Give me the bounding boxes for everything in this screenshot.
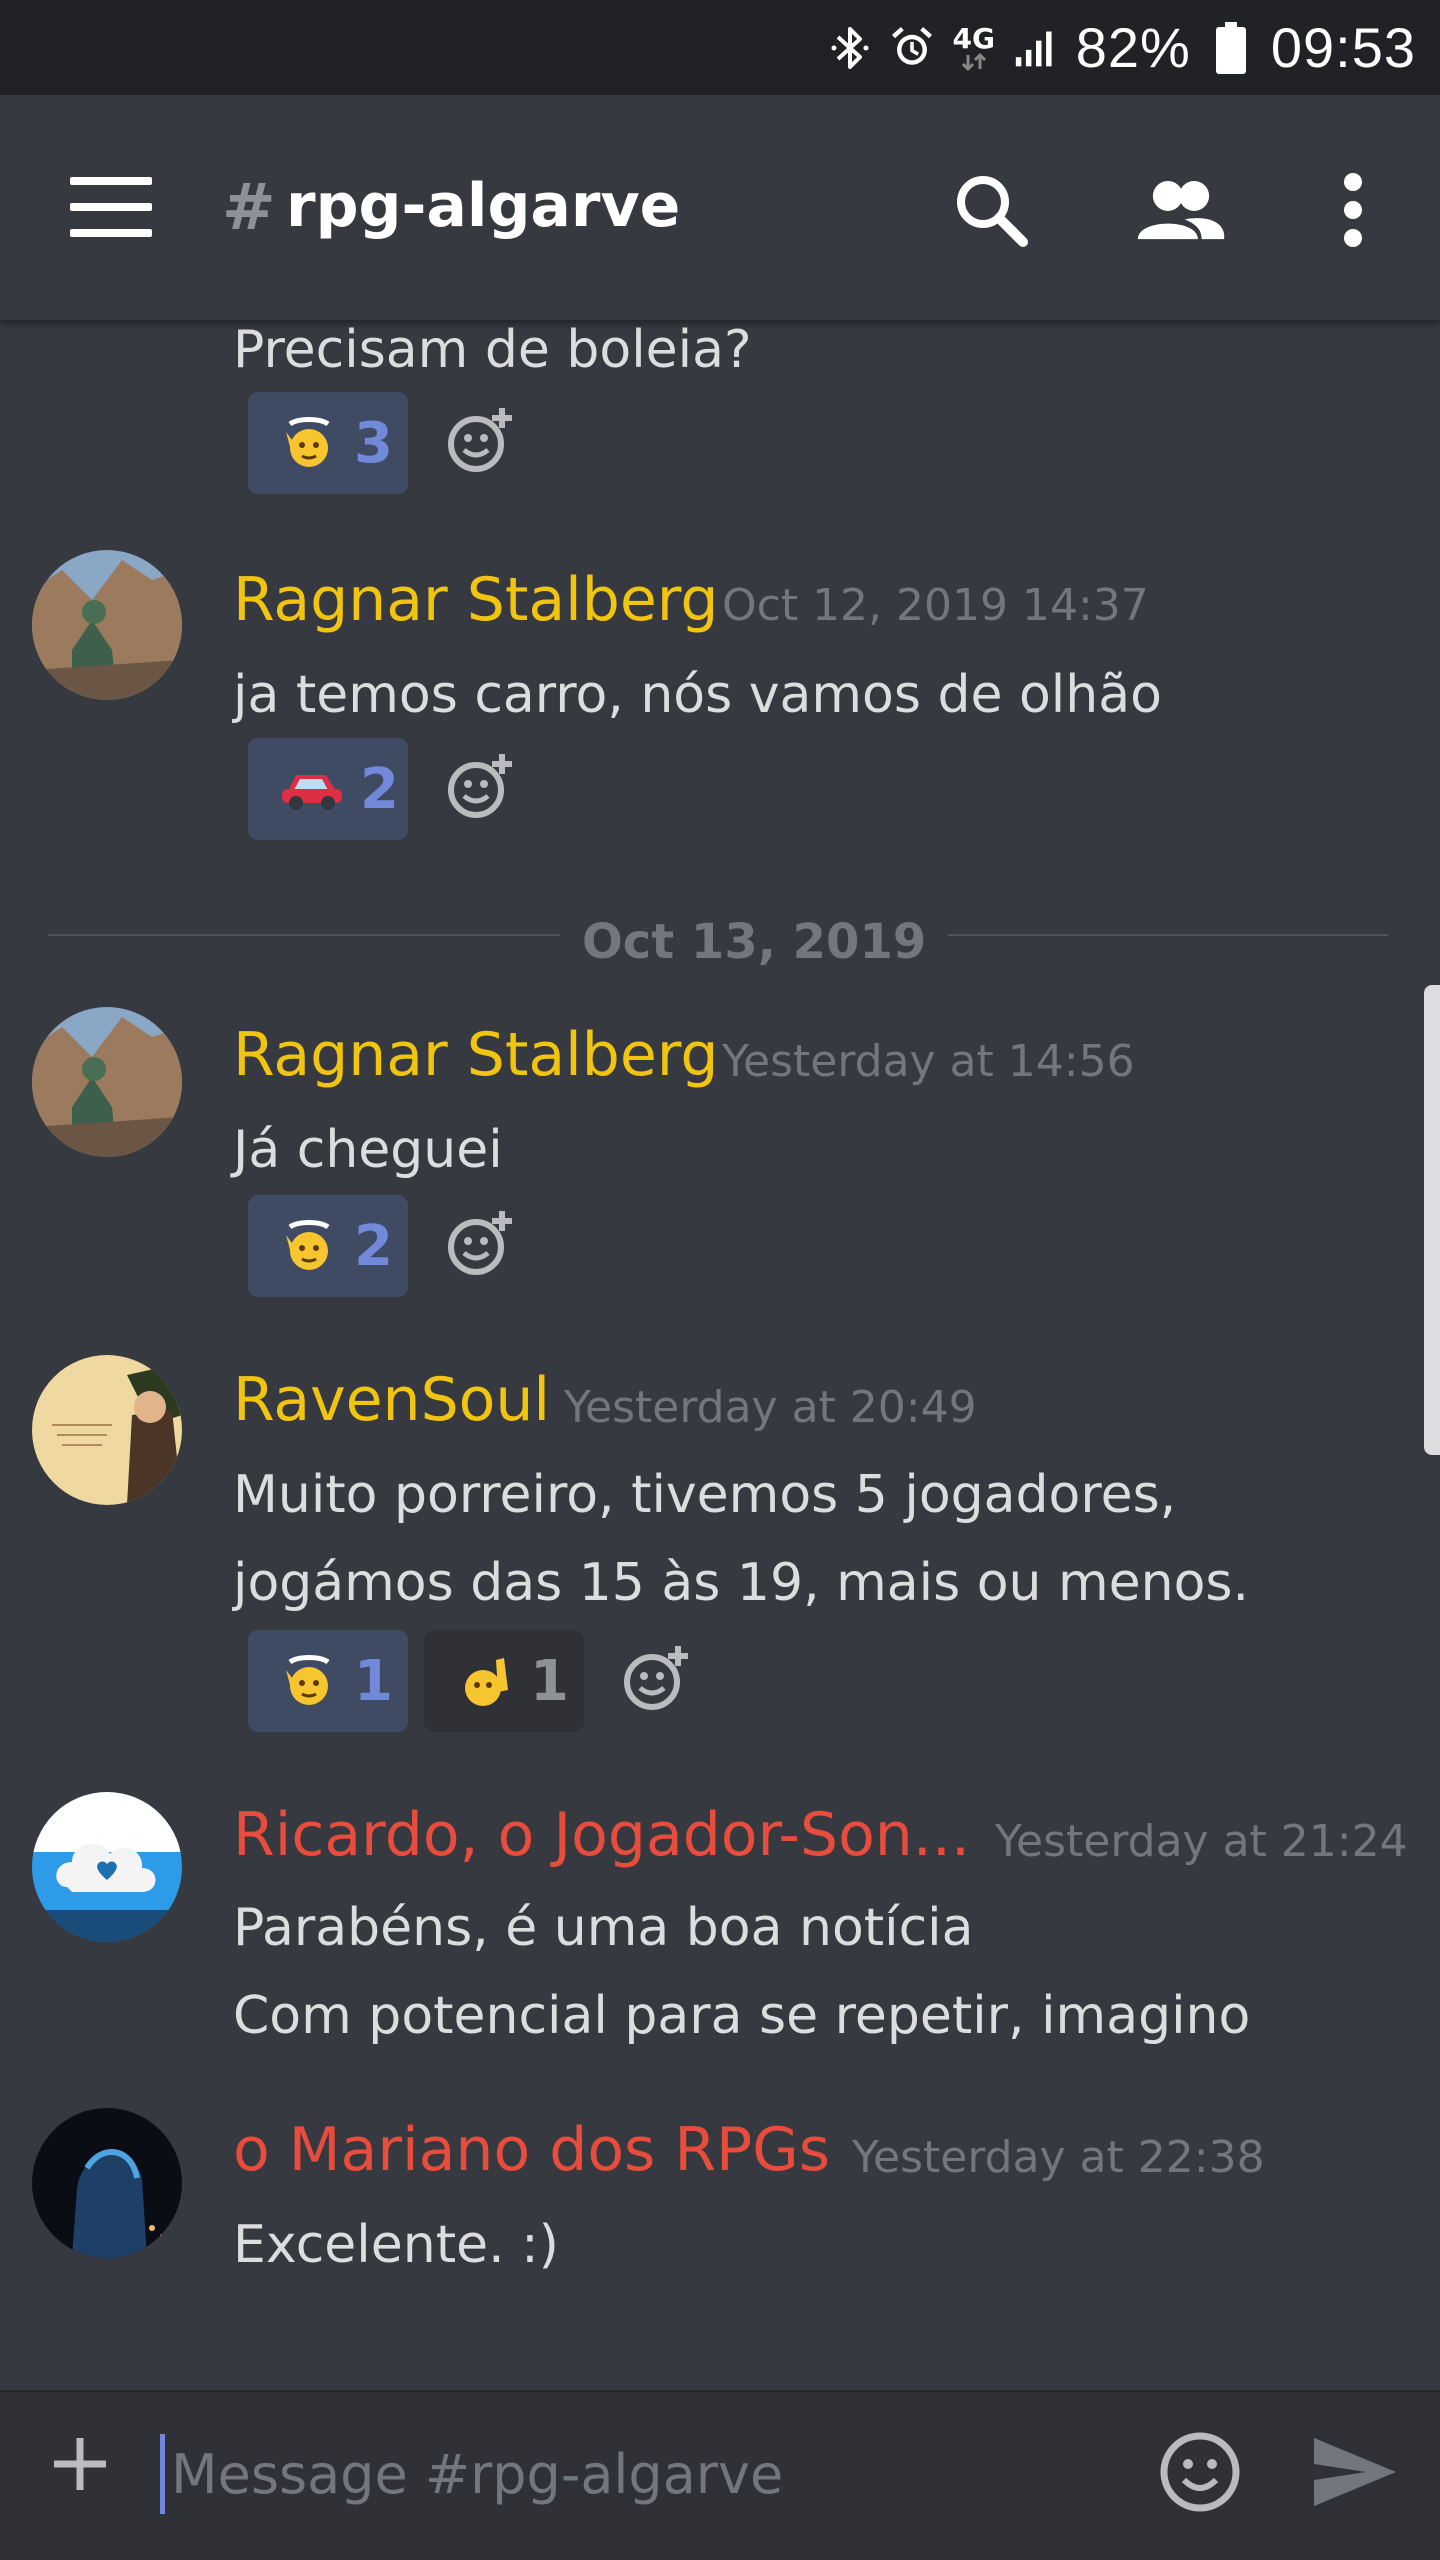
status-bar: 4G 82% 09:53 (0, 0, 1440, 95)
avatar-mariano[interactable] (32, 2108, 182, 2258)
battery-icon (1209, 21, 1253, 74)
raising-hand-emoji (280, 412, 338, 474)
reaction-count: 1 (354, 1648, 393, 1714)
emoji-icon[interactable] (1158, 2430, 1242, 2514)
message-timestamp: Yesterday at 21:24 (995, 1816, 1408, 1867)
channel-hash-icon: # (222, 171, 276, 245)
avatar-ragnar[interactable] (32, 550, 182, 700)
message-author[interactable]: o Mariano dos RPGs (233, 2115, 830, 2185)
message-text-line-1: Muito porreiro, tivemos 5 jogadores, (233, 1465, 1177, 1525)
message-text-line-2: Com potencial para se repetir, imagino (233, 1986, 1251, 2046)
alarm-icon (890, 23, 934, 73)
reaction-raised-hand[interactable]: 1 (424, 1630, 584, 1732)
message-author[interactable]: Ricardo, o Jogador-Son... (233, 1800, 970, 1870)
red-car-emoji (280, 763, 344, 815)
raising-hand-emoji (280, 1215, 338, 1277)
scrollbar-thumb[interactable] (1424, 985, 1440, 1455)
message-timestamp: Oct 12, 2019 14:37 (722, 580, 1149, 631)
clock: 09:53 (1270, 16, 1416, 79)
network-label: 4G (952, 21, 995, 55)
add-reaction-icon[interactable] (446, 406, 516, 476)
avatar-ravensoul[interactable] (32, 1355, 182, 1505)
add-reaction-icon[interactable] (622, 1644, 692, 1714)
day-divider-label: Oct 13, 2019 (560, 914, 949, 970)
message-text: Excelente. :) (233, 2215, 559, 2275)
battery-percent: 82% (1075, 16, 1191, 79)
message-text: Já cheguei (233, 1120, 503, 1180)
message-composer (0, 2390, 1440, 2560)
message-author[interactable]: Ragnar Stalberg (233, 1020, 719, 1090)
send-icon[interactable] (1310, 2432, 1400, 2512)
search-icon[interactable] (946, 165, 1036, 255)
message-list[interactable]: Precisam de boleia? 3 Ragnar Stalberg Oc… (0, 320, 1440, 2390)
reaction-raising-hand[interactable]: 2 (248, 1195, 408, 1297)
raising-hand-emoji (280, 1650, 338, 1712)
add-reaction-icon[interactable] (446, 752, 516, 822)
members-icon[interactable] (1136, 165, 1226, 255)
signal-icon (1014, 23, 1058, 73)
reaction-raising-hand[interactable]: 3 (248, 392, 408, 494)
reaction-count: 2 (354, 1213, 393, 1279)
overflow-menu-icon[interactable] (1308, 165, 1398, 255)
message-text-line-2: jogámos das 15 às 19, mais ou menos. (233, 1553, 1250, 1613)
reaction-red-car[interactable]: 2 (248, 738, 408, 840)
bluetooth-icon (828, 23, 872, 73)
message-text: Precisam de boleia? (233, 320, 752, 380)
message-input[interactable] (160, 2434, 1120, 2514)
message-text: ja temos carro, nós vamos de olhão (233, 665, 1162, 725)
message-author[interactable]: RavenSoul (233, 1365, 550, 1435)
add-icon[interactable] (48, 2432, 112, 2496)
message-timestamp: Yesterday at 14:56 (722, 1036, 1135, 1087)
reaction-raising-hand[interactable]: 1 (248, 1630, 408, 1732)
message-author[interactable]: Ragnar Stalberg (233, 565, 719, 635)
add-reaction-icon[interactable] (446, 1209, 516, 1279)
message-text-line-1: Parabéns, é uma boa notícia (233, 1898, 974, 1958)
message-timestamp: Yesterday at 22:38 (852, 2132, 1265, 2183)
day-divider: Oct 13, 2019 (0, 914, 1440, 974)
raised-hand-emoji (456, 1650, 514, 1712)
avatar-ricardo[interactable] (32, 1792, 182, 1942)
menu-icon[interactable] (70, 177, 152, 237)
reaction-count: 3 (354, 410, 393, 476)
reaction-count: 1 (530, 1648, 569, 1714)
channel-header: # rpg-algarve (0, 95, 1440, 320)
reaction-count: 2 (360, 756, 399, 822)
network-4g-icon: 4G (952, 23, 996, 73)
avatar-ragnar[interactable] (32, 1007, 182, 1157)
message-timestamp: Yesterday at 20:49 (564, 1382, 977, 1433)
channel-title: rpg-algarve (286, 171, 681, 241)
